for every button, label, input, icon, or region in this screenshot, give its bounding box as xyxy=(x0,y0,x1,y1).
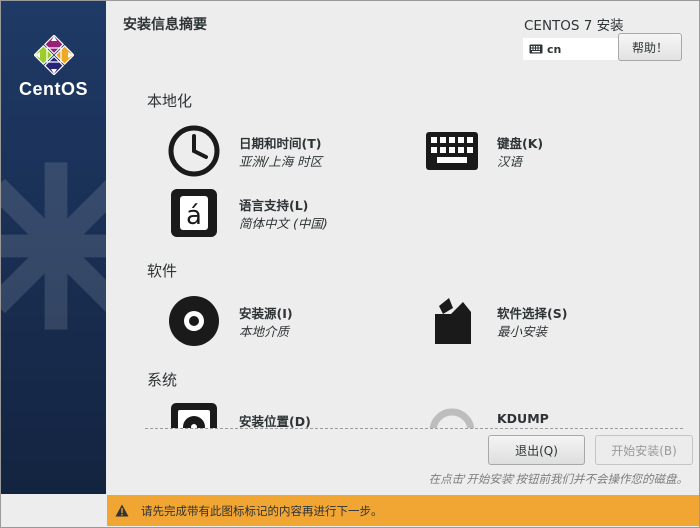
spoke-status: 本地介质 xyxy=(239,324,290,339)
package-icon xyxy=(435,298,471,344)
section-heading-software: 软件 xyxy=(147,262,178,280)
spoke-status: 最小安装 xyxy=(497,324,548,339)
help-button[interactable]: 帮助！ xyxy=(618,33,682,61)
spoke-title: KDUMP xyxy=(497,411,549,426)
centos-logo-icon xyxy=(34,35,74,75)
spoke-installation-destination[interactable]: 安装位置(D) xyxy=(167,402,397,428)
spoke-keyboard[interactable]: 键盘(K) 汉语 xyxy=(425,124,655,180)
keyboard-layout-label: cn xyxy=(547,42,562,56)
begin-installation-button[interactable]: 开始安装(B) xyxy=(595,435,693,465)
warning-bar: 请先完成带有此图标标记的内容再进行下一步。 xyxy=(107,495,699,526)
spoke-kdump[interactable]: KDUMP xyxy=(425,402,655,428)
spoke-status: 亚洲/上海 时区 xyxy=(239,154,323,169)
clock-icon xyxy=(168,125,220,177)
spoke-title: 安装位置(D) xyxy=(239,414,311,428)
spoke-status: 简体中文 (中国) xyxy=(239,216,328,231)
spoke-title: 键盘(K) xyxy=(497,136,544,151)
disc-icon xyxy=(169,296,219,346)
spoke-datetime[interactable]: 日期和时间(T) 亚洲/上海 时区 xyxy=(167,124,397,180)
brand-name: CentOS xyxy=(18,79,88,99)
section-heading-system: 系统 xyxy=(147,371,178,389)
content-divider xyxy=(145,428,683,429)
harddisk-icon xyxy=(171,403,217,428)
keyboard-small-icon xyxy=(529,44,543,54)
section-heading-localization: 本地化 xyxy=(147,92,193,110)
spoke-title: 软件选择(S) xyxy=(497,306,568,321)
page-title: 安装信息摘要 xyxy=(123,17,207,33)
keyboard-icon xyxy=(426,132,478,170)
footer-note: 在点击'开始安装'按钮前我们并不会操作您的磁盘。 xyxy=(428,472,688,486)
sidebar: CentOS xyxy=(1,1,106,494)
spoke-title: 语言支持(L) xyxy=(239,198,309,213)
kdump-icon xyxy=(429,408,475,428)
centos-watermark-icon xyxy=(1,162,106,330)
keyboard-layout-indicator[interactable]: cn xyxy=(523,38,618,60)
spoke-status: 汉语 xyxy=(497,154,523,169)
language-icon: á xyxy=(171,189,217,237)
warning-icon xyxy=(115,504,129,517)
svg-text:á: á xyxy=(186,201,202,231)
quit-button[interactable]: 退出(Q) xyxy=(488,435,585,465)
warning-text: 请先完成带有此图标标记的内容再进行下一步。 xyxy=(141,503,383,518)
spoke-software-selection[interactable]: 软件选择(S) 最小安装 xyxy=(425,294,655,350)
spoke-title: 安装源(I) xyxy=(239,306,293,321)
spoke-language[interactable]: á 语言支持(L) 简体中文 (中国) xyxy=(167,186,397,242)
spoke-installation-source[interactable]: 安装源(I) 本地介质 xyxy=(167,294,397,350)
summary-hub: 本地化 日期和时间(T) 亚洲/上海 时区 键盘(K) 汉语 á 语言支持(L)… xyxy=(107,78,700,428)
spoke-title: 日期和时间(T) xyxy=(239,136,322,151)
product-title: CENTOS 7 安装 xyxy=(524,18,624,34)
